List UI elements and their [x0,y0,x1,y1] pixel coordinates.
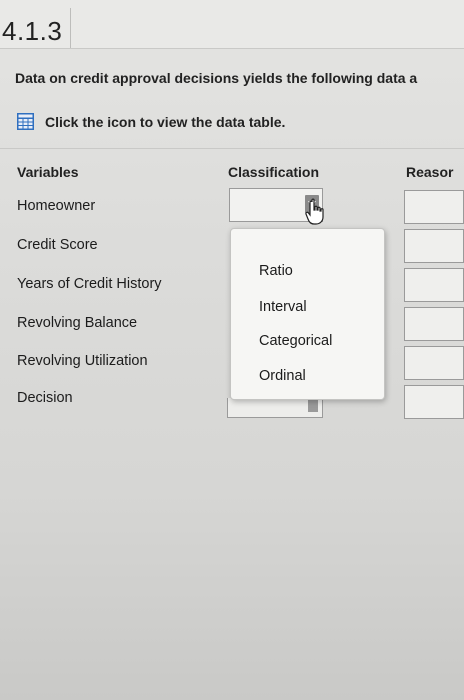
data-table-grid-icon[interactable] [17,113,34,130]
reason-input-revolving-balance[interactable] [404,307,464,341]
variable-label-years-credit-history: Years of Credit History [17,276,162,292]
data-table-link[interactable]: Click the icon to view the data table. [17,113,285,130]
column-header-classification: Classification [228,164,320,180]
classification-dropdown-menu: Ratio Interval Categorical Ordinal [230,228,385,400]
variable-label-homeowner: Homeowner [17,198,96,214]
question-intro-text: Data on credit approval decisions yields… [15,70,418,86]
chevron-down-icon[interactable] [308,400,318,412]
variable-label-revolving-balance: Revolving Balance [17,315,138,331]
column-header-variables: Variables [17,164,79,180]
section-divider-line [0,148,464,149]
dropdown-option-ratio[interactable]: Ratio [259,263,293,279]
header-divider [70,8,71,48]
reason-input-revolving-utilization[interactable] [404,346,464,380]
reason-input-years-credit-history[interactable] [404,268,464,302]
column-header-reason: Reasor [406,164,454,180]
variable-label-revolving-utilization: Revolving Utilization [17,353,148,369]
section-number: 4.1.3 [2,16,63,46]
header-bar: 4.1.3 [0,0,464,49]
reason-input-credit-score[interactable] [404,229,464,263]
variable-label-decision: Decision [17,390,73,406]
dropdown-option-categorical[interactable]: Categorical [259,333,332,349]
hand-pointer-cursor-icon [305,198,324,225]
data-table-link-text[interactable]: Click the icon to view the data table. [45,114,285,130]
reason-input-decision[interactable] [404,385,464,419]
dropdown-option-interval[interactable]: Interval [259,299,307,315]
variable-label-credit-score: Credit Score [17,237,98,253]
reason-input-homeowner[interactable] [404,190,464,224]
classification-select-decision[interactable] [227,398,323,418]
dropdown-option-ordinal[interactable]: Ordinal [259,368,306,384]
